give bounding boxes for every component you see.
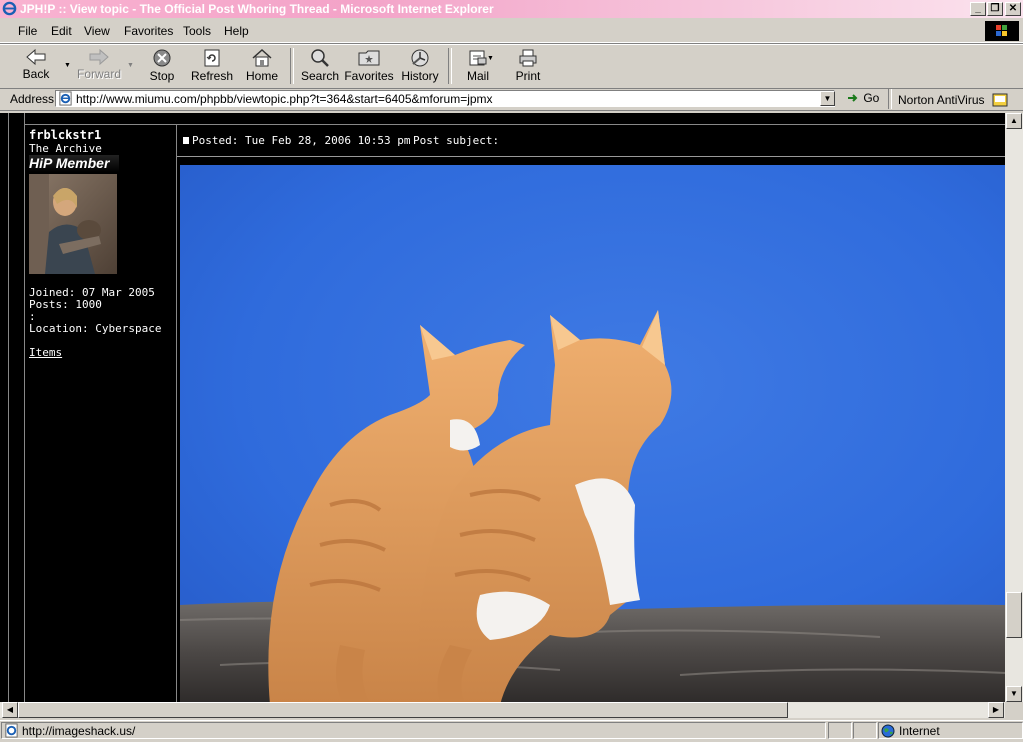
horizontal-scroll-thumb[interactable] — [18, 702, 788, 718]
forward-label: Forward — [76, 67, 121, 81]
items-link[interactable]: Items — [29, 346, 62, 359]
row-divider — [24, 124, 1005, 125]
home-button[interactable]: Home — [236, 46, 288, 86]
restore-button[interactable]: ❐ — [987, 2, 1003, 16]
scroll-up-button[interactable]: ▲ — [1006, 113, 1022, 129]
print-label: Print — [515, 69, 541, 83]
menu-tools[interactable]: Tools — [183, 24, 211, 38]
stop-icon — [153, 49, 171, 67]
page-icon — [5, 723, 18, 738]
status-cell — [853, 722, 877, 739]
refresh-label: Refresh — [190, 69, 234, 83]
window-title: JPH!P :: View topic - The Official Post … — [20, 2, 494, 16]
post-image-kittens[interactable] — [180, 165, 1006, 705]
title-bar: JPH!P :: View topic - The Official Post … — [0, 0, 1023, 18]
posted-date: Posted: Tue Feb 28, 2006 10:53 pm — [192, 134, 411, 147]
search-icon — [311, 49, 329, 67]
go-arrow-icon — [848, 94, 858, 102]
refresh-icon — [204, 49, 220, 67]
address-dropdown-button[interactable]: ▼ — [820, 91, 835, 106]
username[interactable]: frblckstr1 — [29, 128, 101, 142]
back-arrow-icon — [26, 48, 46, 66]
history-label: History — [401, 69, 439, 83]
print-button[interactable]: Print — [502, 46, 554, 86]
page-icon — [59, 91, 72, 106]
close-button[interactable]: ✕ — [1005, 2, 1021, 16]
norton-shield-icon — [992, 93, 1008, 107]
address-url: http://www.miumu.com/phpbb/viewtopic.php… — [76, 92, 493, 106]
menu-edit[interactable]: Edit — [51, 24, 72, 38]
menu-help[interactable]: Help — [224, 24, 249, 38]
ie-logo-icon — [2, 1, 17, 16]
avatar[interactable] — [29, 174, 117, 274]
location: Location: Cyberspace — [29, 322, 162, 335]
search-label: Search — [300, 69, 340, 83]
home-icon — [252, 48, 272, 67]
stop-button[interactable]: Stop — [136, 46, 188, 86]
status-text: http://imageshack.us/ — [22, 724, 136, 738]
rank-image: HiP Member — [29, 155, 119, 172]
home-label: Home — [245, 69, 278, 83]
scroll-corner — [1005, 702, 1023, 718]
favorites-label: Favorites — [344, 69, 394, 83]
horizontal-scrollbar[interactable]: ◀ ▶ — [0, 702, 1005, 718]
address-label: Address — [10, 92, 55, 106]
security-zone-cell: Internet — [878, 722, 1023, 739]
column-divider — [176, 124, 177, 702]
history-icon — [411, 49, 429, 67]
minimize-button[interactable]: _ — [970, 2, 986, 16]
menu-view[interactable]: View — [84, 24, 110, 38]
search-button[interactable]: Search — [294, 46, 346, 86]
status-cell — [828, 722, 852, 739]
norton-label: Norton AntiVirus — [898, 93, 985, 107]
menu-favorites[interactable]: Favorites — [124, 24, 173, 38]
refresh-button[interactable]: Refresh — [186, 46, 238, 86]
forward-arrow-icon — [89, 48, 109, 66]
mail-icon — [469, 50, 487, 66]
mail-button[interactable]: Mail — [452, 46, 504, 86]
vertical-scroll-thumb[interactable] — [1006, 592, 1022, 638]
post-count: Posts: 1000 — [29, 298, 102, 311]
menu-bar: File Edit View Favorites Tools Help — [0, 20, 1023, 43]
back-dropdown-arrow-icon[interactable]: ▼ — [64, 62, 71, 69]
post-icon — [183, 137, 189, 144]
internet-globe-icon — [881, 724, 895, 738]
mail-dropdown-arrow-icon[interactable]: ▼ — [487, 55, 494, 62]
user-title: The Archive — [29, 142, 102, 155]
stop-label: Stop — [149, 69, 175, 83]
menu-file[interactable]: File — [18, 24, 37, 38]
go-button[interactable]: Go — [846, 91, 879, 105]
post-subject: Post subject: — [413, 134, 500, 147]
mail-label: Mail — [466, 69, 489, 83]
history-button[interactable]: History — [394, 46, 446, 86]
frame-border — [24, 113, 25, 702]
back-label: Back — [22, 67, 50, 81]
header-divider — [177, 156, 1005, 157]
forward-button[interactable]: Forward — [73, 46, 125, 86]
address-input[interactable]: http://www.miumu.com/phpbb/viewtopic.php… — [55, 90, 835, 107]
scroll-right-button[interactable]: ▶ — [988, 702, 1004, 718]
forward-dropdown-arrow-icon[interactable]: ▼ — [127, 62, 134, 69]
frame-border — [8, 113, 9, 702]
toolbar-separator — [888, 89, 892, 109]
favorites-folder-icon — [358, 50, 380, 66]
security-zone-label: Internet — [899, 724, 940, 738]
scroll-left-button[interactable]: ◀ — [2, 702, 18, 718]
back-button[interactable]: Back — [10, 46, 62, 86]
printer-icon — [519, 49, 537, 67]
scroll-down-button[interactable]: ▼ — [1006, 686, 1022, 702]
favorites-button[interactable]: Favorites — [343, 46, 395, 86]
go-label: Go — [863, 91, 880, 105]
vertical-scrollbar[interactable]: ▲ ▼ — [1005, 113, 1023, 702]
windows-logo-icon — [985, 21, 1019, 41]
status-text-cell: http://imageshack.us/ — [1, 722, 826, 739]
